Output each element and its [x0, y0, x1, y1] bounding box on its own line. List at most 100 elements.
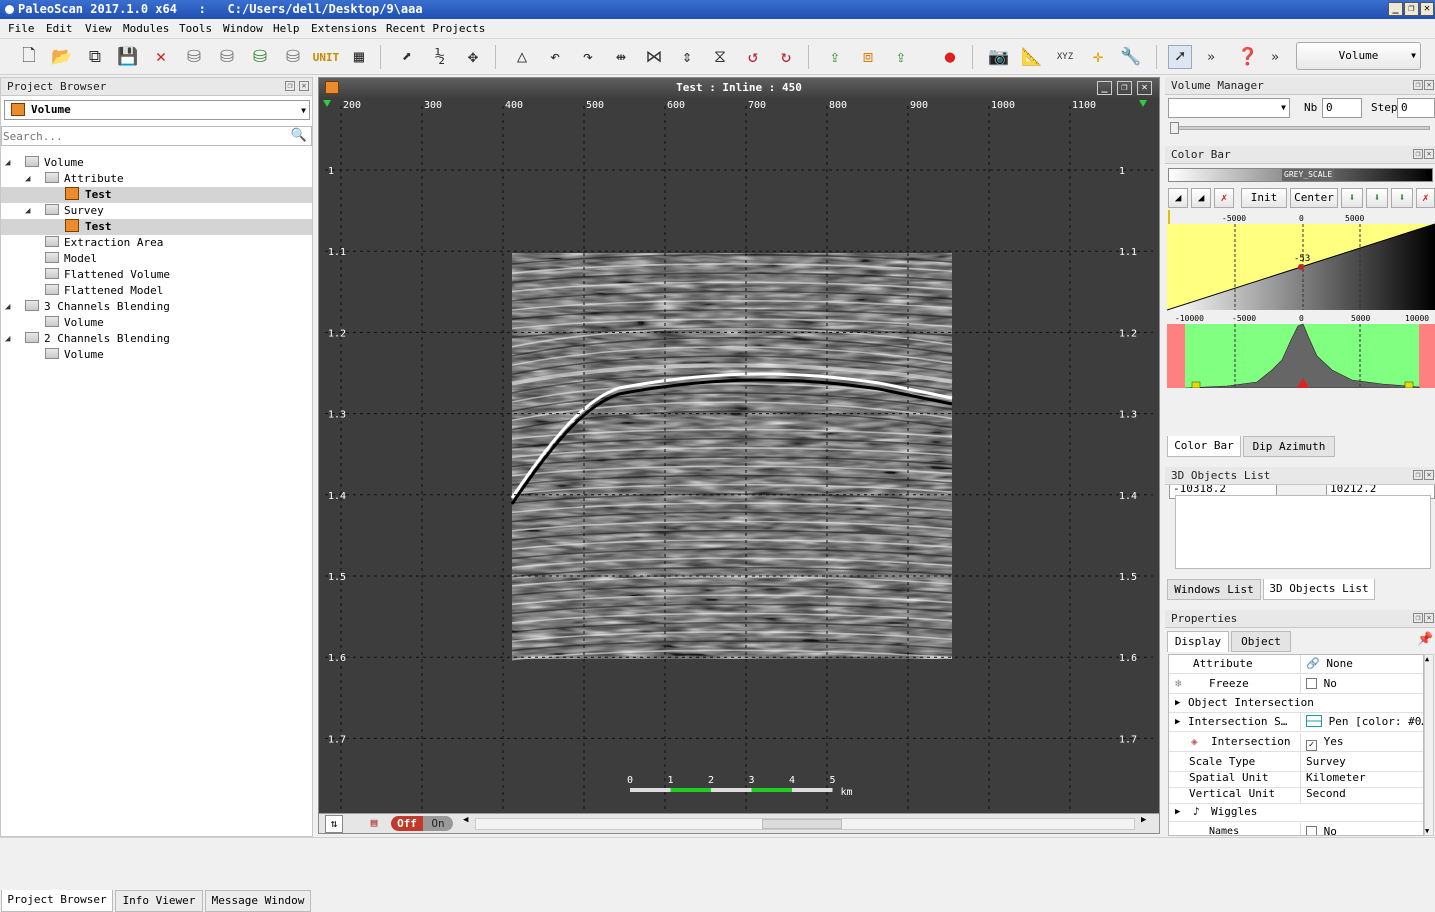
- menu-extensions[interactable]: Extensions: [311, 22, 377, 35]
- ratio-icon[interactable]: ½: [428, 45, 452, 69]
- close-button[interactable]: ✕: [1420, 2, 1434, 16]
- tree-item[interactable]: Extraction Area: [1, 235, 312, 251]
- menu-file[interactable]: File: [8, 22, 35, 35]
- tab-color-bar[interactable]: Color Bar: [1167, 436, 1241, 457]
- objects-list-box[interactable]: [1175, 495, 1431, 569]
- ruler-icon[interactable]: 📐: [1020, 45, 1044, 69]
- tab-dip-azimuth[interactable]: Dip Azimuth: [1243, 436, 1335, 457]
- scroll-down-icon[interactable]: ▼: [1425, 827, 1429, 835]
- seismic-plot[interactable]: 200 300 400 500 600 700 800 900 1000 1100 1 1 1.1 1.…: [319, 98, 1159, 813]
- pick-fault-icon[interactable]: ⇪: [889, 45, 913, 69]
- float-icon[interactable]: ❐: [1413, 613, 1423, 623]
- nb-spinbox[interactable]: 0: [1322, 98, 1362, 118]
- tree-item[interactable]: ◢ Volume: [1, 155, 312, 171]
- menu-view[interactable]: View: [85, 22, 112, 35]
- toolbar-overflow-icon[interactable]: »: [1199, 45, 1223, 69]
- wrench-icon[interactable]: 🔧: [1119, 45, 1143, 69]
- expand-arrow-icon[interactable]: ◢: [25, 203, 30, 219]
- float-icon[interactable]: ❐: [285, 81, 295, 91]
- menu-modules[interactable]: Modules: [123, 22, 169, 35]
- volume-slider[interactable]: [1170, 122, 1430, 134]
- download-colorbar-icon[interactable]: ⬇: [1341, 188, 1363, 208]
- scroll-right-icon[interactable]: ▶: [1141, 815, 1146, 825]
- minimize-button[interactable]: _: [1388, 2, 1403, 16]
- tree-item[interactable]: ◢ Survey: [1, 203, 312, 219]
- ramp-left-icon[interactable]: ◢: [1168, 188, 1188, 208]
- crosshair-icon[interactable]: ✛: [1086, 45, 1110, 69]
- close-panel-icon[interactable]: ✕: [1424, 149, 1434, 159]
- float-icon[interactable]: ❐: [1413, 470, 1423, 480]
- move-icon[interactable]: ✥: [461, 45, 485, 69]
- arrow-export-icon[interactable]: ⬈: [395, 45, 419, 69]
- tree-item[interactable]: Test: [1, 219, 312, 235]
- calculator-icon[interactable]: ▦: [347, 45, 371, 69]
- tree-item[interactable]: Flattened Volume: [1, 267, 312, 283]
- freeze-checkbox[interactable]: [1306, 678, 1317, 689]
- close-panel-icon[interactable]: ✕: [1424, 80, 1434, 90]
- toggle-on[interactable]: On: [423, 816, 453, 831]
- tab-3d-objects-list[interactable]: 3D Objects List: [1263, 579, 1375, 600]
- tab-project-browser[interactable]: Project Browser: [1, 890, 113, 912]
- unit-icon[interactable]: UNIT: [313, 45, 340, 69]
- pick-horizon-icon[interactable]: ⇪: [823, 45, 847, 69]
- copy-icon[interactable]: ⧉: [83, 45, 107, 69]
- volume-slider-handle[interactable]: [1170, 122, 1179, 134]
- tab-display[interactable]: Display: [1167, 631, 1229, 652]
- xyz-axes-icon[interactable]: XYZ: [1053, 45, 1077, 69]
- database-export-icon[interactable]: ⛁: [281, 45, 305, 69]
- reset-ramp-icon[interactable]: ✗: [1214, 188, 1234, 208]
- color-bar-chart[interactable]: -5000 0 5000 -53 -10000 -5000 0 5000 100…: [1167, 210, 1435, 388]
- flip-horizontal-icon[interactable]: ⇹: [609, 45, 633, 69]
- tab-message-window[interactable]: Message Window: [205, 890, 311, 912]
- compress-vertical-icon[interactable]: ⧖: [708, 45, 732, 69]
- database-icon[interactable]: ⛁: [182, 45, 206, 69]
- menu-edit[interactable]: Edit: [46, 22, 73, 35]
- axis-toggle-icon[interactable]: ⇅: [325, 815, 343, 833]
- triangle-icon[interactable]: △: [510, 45, 534, 69]
- float-icon[interactable]: ❐: [1413, 80, 1423, 90]
- tree-item[interactable]: ◢ 3 Channels Blending: [1, 299, 312, 315]
- expand-arrow-icon[interactable]: ◢: [5, 299, 10, 315]
- pointer-icon[interactable]: ➚: [1168, 45, 1192, 69]
- layer-stack-icon[interactable]: ⧈: [856, 45, 880, 69]
- open-folder-icon[interactable]: 📂: [50, 45, 74, 69]
- max-handle[interactable]: [1404, 381, 1414, 388]
- menu-recent-projects[interactable]: Recent Projects: [386, 22, 485, 35]
- viewer-restore-button[interactable]: ❐: [1117, 81, 1132, 95]
- import-colorbar-icon[interactable]: ⬇: [1366, 188, 1388, 208]
- prop-row-wiggles[interactable]: ▶ ♪ Wiggles: [1169, 803, 1423, 822]
- color-pick-icon[interactable]: ●: [938, 45, 962, 69]
- float-icon[interactable]: ❐: [1413, 149, 1423, 159]
- prop-row-object-intersection[interactable]: ▶ Object Intersection: [1169, 694, 1423, 713]
- menu-help[interactable]: Help: [273, 22, 300, 35]
- viewer-close-button[interactable]: ✕: [1137, 81, 1152, 95]
- pin-icon[interactable]: 📌: [1417, 632, 1433, 647]
- flip-vertical-icon[interactable]: ⇕: [675, 45, 699, 69]
- tree-item[interactable]: Flattened Model: [1, 283, 312, 299]
- camera-icon[interactable]: 📷: [987, 45, 1011, 69]
- compress-horizontal-icon[interactable]: ⋈: [642, 45, 666, 69]
- volume-manager-combo[interactable]: ▼: [1168, 98, 1290, 118]
- init-button[interactable]: Init: [1241, 188, 1287, 208]
- project-browser-combo[interactable]: Volume ▼: [4, 100, 310, 120]
- close-panel-icon[interactable]: ✕: [1424, 613, 1434, 623]
- viewer-minimize-button[interactable]: _: [1097, 81, 1112, 95]
- rotate-left-icon[interactable]: ↶: [543, 45, 567, 69]
- close-panel-icon[interactable]: ✕: [1424, 470, 1434, 480]
- ramp-right-icon[interactable]: ◢: [1191, 188, 1211, 208]
- horizontal-scrollbar[interactable]: [475, 818, 1135, 830]
- tab-info-viewer[interactable]: Info Viewer: [115, 890, 203, 912]
- help-icon[interactable]: ❓: [1236, 45, 1260, 69]
- scroll-left-icon[interactable]: ◀: [463, 815, 468, 825]
- expand-arrow-icon[interactable]: ◢: [25, 171, 30, 187]
- undo-rotate-icon[interactable]: ↺: [741, 45, 765, 69]
- center-button[interactable]: Center: [1290, 188, 1338, 208]
- prop-row-names[interactable]: Names No: [1169, 823, 1423, 835]
- search-icon[interactable]: 🔍: [291, 128, 307, 143]
- tree-item[interactable]: Model: [1, 251, 312, 267]
- menu-tools[interactable]: Tools: [179, 22, 212, 35]
- redo-rotate-icon[interactable]: ↻: [774, 45, 798, 69]
- toolbar-overflow-2-icon[interactable]: »: [1263, 45, 1287, 69]
- delete-colorbar-icon[interactable]: ✗: [1416, 188, 1435, 208]
- step-spinbox[interactable]: 0: [1397, 98, 1435, 118]
